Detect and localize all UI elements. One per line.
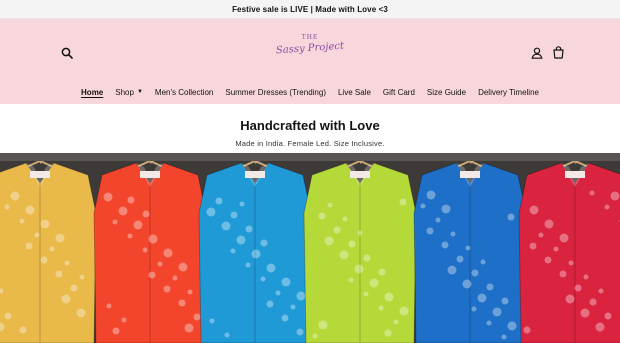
- cart-icon: [553, 45, 564, 59]
- search-button[interactable]: [59, 45, 75, 61]
- nav-label: Shop: [115, 87, 134, 97]
- tagline-section: Handcrafted with Love Made in India. Fem…: [0, 104, 620, 153]
- hero-image[interactable]: [0, 153, 620, 343]
- chevron-down-icon: ▼: [136, 89, 143, 95]
- announcement-bar: Festive sale is LIVE | Made with Love <3: [0, 0, 620, 19]
- nav-item-mens-collection[interactable]: Men's Collection: [149, 85, 219, 99]
- cart-button[interactable]: [551, 44, 566, 60]
- nav-item-summer-dresses[interactable]: Summer Dresses (Trending): [219, 85, 332, 99]
- shirt-6: [518, 154, 620, 343]
- main-nav: Home Shop ▼ Men's Collection Summer Dres…: [0, 85, 620, 99]
- nav-label: Size Guide: [426, 87, 467, 97]
- nav-item-shop[interactable]: Shop ▼: [109, 85, 149, 99]
- account-button[interactable]: [529, 45, 544, 60]
- clothing-rail: [0, 153, 620, 161]
- tagline-title: Handcrafted with Love: [240, 118, 380, 133]
- nav-label: Live Sale: [337, 87, 371, 97]
- site-header: THE Sassy Project Home Shop ▼ Men's Coll…: [0, 19, 620, 104]
- nav-item-home[interactable]: Home: [75, 85, 109, 99]
- shirt-5: [413, 154, 527, 343]
- shirt-1: [0, 154, 97, 343]
- nav-label: Men's Collection: [154, 87, 214, 97]
- nav-item-gift-card[interactable]: Gift Card: [377, 85, 421, 99]
- site-logo[interactable]: THE Sassy Project: [274, 34, 346, 70]
- account-icon: [530, 47, 543, 59]
- shirt-2: [93, 154, 207, 343]
- tagline-subtitle: Made in India. Female Led. Size Inclusiv…: [235, 139, 385, 148]
- shirt-3: [198, 154, 312, 343]
- nav-label: Summer Dresses (Trending): [225, 87, 326, 97]
- shirts-illustration: [0, 154, 620, 343]
- nav-label: Home: [81, 87, 104, 97]
- search-icon: [61, 47, 73, 59]
- logo-main-text: Sassy Project: [275, 40, 345, 57]
- nav-label: Delivery Timeline: [478, 87, 539, 97]
- announcement-text: Festive sale is LIVE | Made with Love <3: [232, 4, 388, 14]
- nav-item-delivery-timeline[interactable]: Delivery Timeline: [472, 85, 545, 99]
- nav-item-live-sale[interactable]: Live Sale: [332, 85, 377, 99]
- shirt-4: [303, 154, 417, 343]
- nav-label: Gift Card: [382, 87, 415, 97]
- nav-item-size-guide[interactable]: Size Guide: [421, 85, 472, 99]
